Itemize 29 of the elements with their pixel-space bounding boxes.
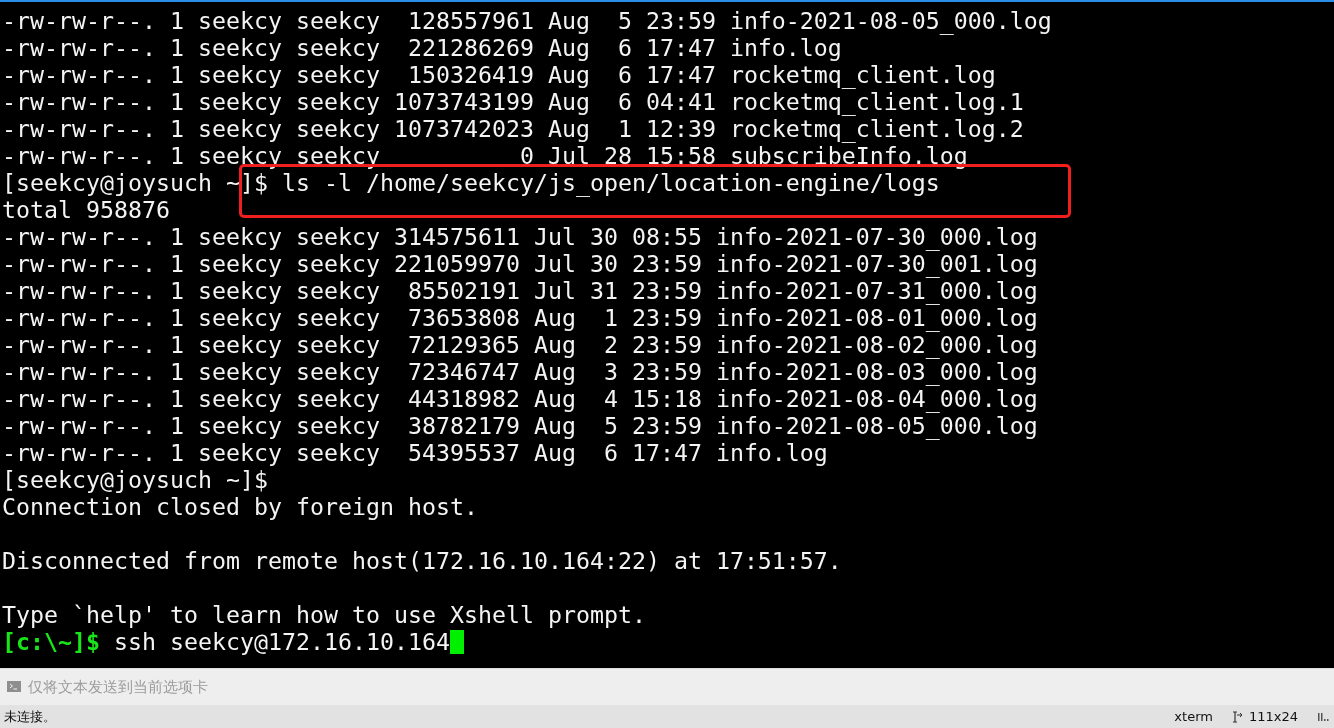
terminal-type: xterm (1174, 707, 1213, 726)
terminal-line: -rw-rw-r--. 1 seekcy seekcy 0 Jul 28 15:58 subscribeInfo.log (2, 142, 968, 169)
terminal-line: Disconnected from remote host(172.16.10.164:22) at 17:51:57. (2, 547, 842, 574)
terminal-line: [seekcy@joysuch ~]$ (2, 466, 268, 493)
terminal-line: Connection closed by foreign host. (2, 493, 478, 520)
terminal-line: -rw-rw-r--. 1 seekcy seekcy 150326419 Aug 6 17:47 rocketmq_client.log (2, 61, 996, 88)
send-text-field[interactable]: 仅将文本发送到当前选项卡 (0, 668, 1334, 705)
command-text: ssh seekcy@172.16.10.164 (114, 628, 450, 655)
terminal-line: Type `help' to learn how to use Xshell prompt. (2, 601, 646, 628)
terminal-line: -rw-rw-r--. 1 seekcy seekcy 128557961 Aug 5 23:59 info-2021-08-05_000.log (2, 7, 1052, 34)
terminal-line: -rw-rw-r--. 1 seekcy seekcy 1073742023 Aug 1 12:39 rocketmq_client.log.2 (2, 115, 1024, 142)
terminal-size: 111x24 (1248, 707, 1298, 726)
terminal-line: -rw-rw-r--. 1 seekcy seekcy 221059970 Jul 30 23:59 info-2021-07-30_001.log (2, 250, 1038, 277)
resize-icon (1231, 710, 1243, 723)
terminal-line: -rw-rw-r--. 1 seekcy seekcy 38782179 Aug 5 23:59 info-2021-08-05_000.log (2, 412, 1038, 439)
terminal-line: -rw-rw-r--. 1 seekcy seekcy 54395537 Aug 6 17:47 info.log (2, 439, 828, 466)
terminal-line: -rw-rw-r--. 1 seekcy seekcy 85502191 Jul 31 23:59 info-2021-07-31_000.log (2, 277, 1038, 304)
terminal-line: -rw-rw-r--. 1 seekcy seekcy 314575611 Jul 30 08:55 info-2021-07-30_000.log (2, 223, 1038, 250)
terminal-icon (7, 681, 21, 692)
prompt-text: [c:\~]$ (2, 628, 100, 655)
terminal-line: -rw-rw-r--. 1 seekcy seekcy 1073743199 Aug 6 04:41 rocketmq_client.log.1 (2, 88, 1024, 115)
terminal-line: -rw-rw-r--. 1 seekcy seekcy 44318982 Aug 4 15:18 info-2021-08-04_000.log (2, 385, 1038, 412)
connection-status: 未连接。 (4, 707, 56, 726)
terminal-line: total 958876 (2, 196, 170, 223)
terminal-line: -rw-rw-r--. 1 seekcy seekcy 72129365 Aug 2 23:59 info-2021-08-02_000.log (2, 331, 1038, 358)
terminal-line: -rw-rw-r--. 1 seekcy seekcy 72346747 Aug 3 23:59 info-2021-08-03_000.log (2, 358, 1038, 385)
terminal-line: -rw-rw-r--. 1 seekcy seekcy 73653808 Aug 1 23:59 info-2021-08-01_000.log (2, 304, 1038, 331)
dots-icon (1318, 711, 1330, 722)
terminal-line: -rw-rw-r--. 1 seekcy seekcy 221286269 Aug 6 17:47 info.log (2, 34, 842, 61)
